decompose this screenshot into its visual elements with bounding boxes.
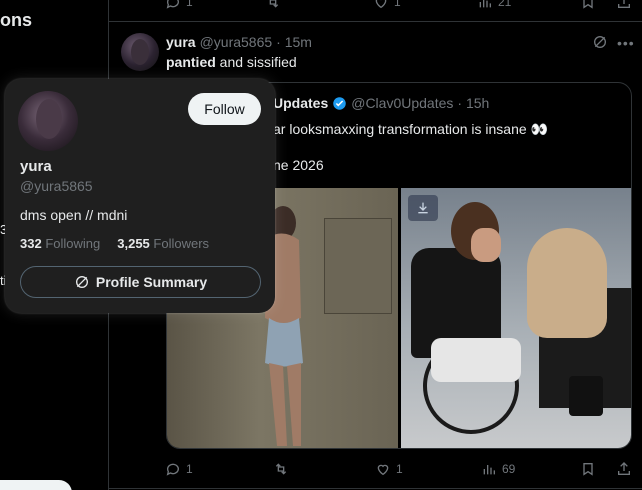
followers-count: 3,255	[117, 236, 150, 251]
following-link[interactable]: 332 Following	[20, 236, 100, 251]
wall-panel	[324, 218, 392, 314]
views-icon	[483, 465, 495, 475]
retweet-icon	[269, 0, 279, 8]
divider	[109, 488, 642, 489]
profile-summary-button[interactable]: Profile Summary	[20, 266, 261, 298]
sidebar-account-pill[interactable]	[0, 480, 72, 490]
nurse-hair	[527, 228, 607, 338]
tweet-text-rest: and sissified	[215, 54, 297, 70]
following-label: Following	[45, 236, 101, 251]
tweet-text-bold: pantied	[166, 54, 216, 70]
like-button[interactable]: 1	[373, 0, 477, 10]
views-button[interactable]: 21	[477, 0, 511, 10]
prev-tweet-actions: 1 1 21	[165, 0, 632, 12]
quoted-text-line-1: ar looksmaxxing transformation is insane…	[273, 121, 548, 137]
retweet-button[interactable]	[265, 0, 373, 10]
bookmark-icon[interactable]	[580, 0, 596, 10]
reply-button[interactable]: 1	[165, 461, 273, 477]
more-icon[interactable]: •••	[617, 35, 635, 51]
like-icon	[375, 0, 387, 9]
profile-bio: dms open // mdni	[20, 207, 128, 223]
profile-avatar[interactable]	[18, 91, 78, 151]
download-button[interactable]	[408, 195, 438, 221]
quoted-author-name: Updates	[273, 95, 329, 111]
following-count: 332	[20, 236, 42, 251]
profile-handle[interactable]: @yura5865	[20, 178, 93, 194]
views-icon	[479, 0, 491, 8]
quoted-timestamp: · 15h	[457, 95, 490, 111]
tweet-text: pantied and sissified	[166, 54, 297, 70]
profile-hover-card: Follow yura @yura5865 dms open // mdni 3…	[5, 79, 275, 313]
divider	[109, 21, 642, 22]
reply-button[interactable]: 1	[165, 0, 265, 10]
quoted-text-line-2: ne 2026	[273, 157, 324, 173]
medical-boot	[569, 376, 603, 416]
like-count: 1	[394, 0, 401, 9]
profile-stats: 332 Following 3,255 Followers	[20, 236, 209, 251]
person-face	[471, 228, 501, 262]
views-count: 21	[498, 0, 512, 9]
like-count: 1	[396, 462, 403, 476]
reply-count: 1	[186, 462, 193, 476]
followers-link[interactable]: 3,255 Followers	[117, 236, 209, 251]
like-button[interactable]: 1	[375, 461, 481, 477]
grok-icon[interactable]	[592, 34, 608, 50]
tweet-avatar[interactable]	[121, 33, 159, 71]
media-image-right[interactable]	[401, 188, 631, 448]
reply-icon	[166, 463, 179, 476]
like-icon	[377, 464, 389, 476]
sidebar-nav-label[interactable]: ons	[0, 10, 32, 31]
reply-icon	[166, 0, 179, 9]
share-icon[interactable]	[616, 0, 632, 10]
grok-icon	[75, 276, 88, 288]
follow-button[interactable]: Follow	[188, 93, 261, 125]
retweet-button[interactable]	[273, 461, 375, 477]
profile-summary-label: Profile Summary	[95, 274, 208, 290]
share-icon[interactable]	[616, 461, 632, 477]
quoted-tweet-header: Updates @Clav0Updates · 15h	[273, 95, 489, 111]
retweet-icon	[275, 463, 287, 475]
views-count: 69	[502, 462, 516, 476]
download-icon	[418, 202, 428, 214]
verified-icon	[333, 96, 346, 110]
reply-count: 1	[186, 0, 193, 9]
tweet-author-handle[interactable]: @yura5865	[200, 34, 273, 50]
profile-name[interactable]: yura	[20, 158, 52, 175]
tweet-header: yura @yura5865 · 15m	[166, 34, 312, 50]
views-button[interactable]: 69	[481, 461, 515, 477]
person-shorts	[431, 338, 521, 382]
tweet-timestamp[interactable]: · 15m	[276, 34, 312, 50]
tweet-author-name[interactable]: yura	[166, 34, 196, 50]
tweet-actions: 1 1 69	[165, 459, 632, 479]
quoted-author-handle: @Clav0Updates	[351, 95, 454, 111]
followers-label: Followers	[153, 236, 210, 251]
bookmark-icon[interactable]	[580, 461, 596, 477]
